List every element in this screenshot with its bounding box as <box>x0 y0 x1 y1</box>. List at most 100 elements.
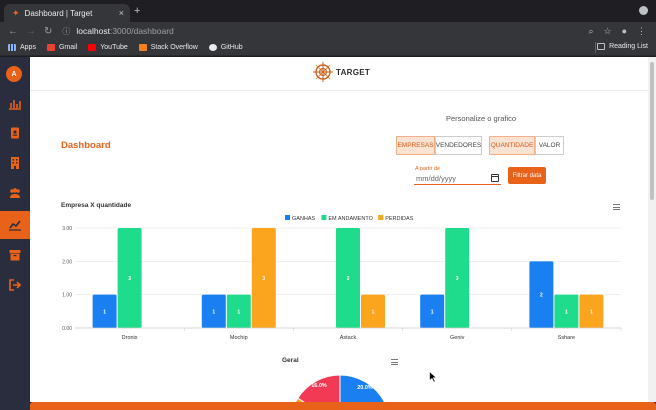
date-placeholder: mm/dd/yyyy <box>416 173 457 183</box>
youtube-icon <box>88 44 97 51</box>
apps-grid-icon <box>8 44 16 51</box>
sidebar-item-badge[interactable] <box>0 119 30 147</box>
bar-value-label: 1 <box>372 309 375 315</box>
sidebar-item-users[interactable] <box>0 179 30 207</box>
new-tab-button[interactable]: + <box>134 5 140 17</box>
account-icon[interactable]: ● <box>622 26 627 36</box>
pie-chart: 16.0% 20.0% <box>295 374 385 402</box>
back-arrow-icon[interactable]: ← <box>8 26 18 37</box>
personalize-label: Personalize o grafico <box>446 114 517 123</box>
bottom-accent-bar <box>30 402 656 410</box>
forward-arrow-icon[interactable]: → <box>26 26 36 37</box>
y-tick-label: 0.00 <box>62 326 72 332</box>
bookmarks-bar: Apps Gmail YouTube Stack Overflow GitHub… <box>0 40 656 56</box>
bar-value-label: 2 <box>540 293 543 299</box>
brand-name: TARGET <box>336 67 371 77</box>
target-favicon-icon: ✦ <box>12 7 20 18</box>
legend-label: GANHAS <box>292 216 316 222</box>
app-sidebar: A <box>0 57 30 410</box>
bookmark-label: Stack Overflow <box>150 44 198 51</box>
valor-button[interactable]: VALOR <box>535 136 564 155</box>
badge-icon <box>11 127 19 139</box>
url-text: localhost:3000/dashboard <box>76 26 173 36</box>
sidebar-item-logout[interactable] <box>0 271 30 299</box>
bookmark-apps[interactable]: Apps <box>8 44 36 51</box>
bookmark-label: Apps <box>20 44 36 51</box>
date-input[interactable]: mm/dd/yyyy <box>414 172 501 185</box>
legend-swatch <box>285 215 290 220</box>
vendedores-button[interactable]: VENDEDORES <box>435 136 482 155</box>
sidebar-item-archive[interactable] <box>0 241 30 269</box>
x-tick-label: Sshare <box>558 335 575 341</box>
browser-tabstrip: ✦ Dashboard | Target × + <box>0 0 656 22</box>
archive-icon <box>9 250 21 261</box>
github-icon <box>208 44 217 51</box>
tab-close-icon[interactable]: × <box>119 8 124 18</box>
x-tick-label: Dronix <box>122 335 138 341</box>
target-logo[interactable]: TARGET <box>312 61 370 83</box>
pie-chart-title: Geral <box>282 357 299 364</box>
bar-chart-title: Empresa X quantidade <box>61 202 132 209</box>
trend-icon <box>9 220 21 231</box>
bar-chart: GANHAS EM ANDAMENTO PERDIDAS 0.00 1.00 2.00 3.… <box>62 215 622 341</box>
calendar-icon[interactable] <box>491 174 499 182</box>
menu-dots-icon[interactable]: ⋮ <box>637 26 646 37</box>
filter-date-button[interactable]: Filtrar data <box>508 167 546 184</box>
legend-label: EM ANDAMENTO <box>328 216 373 222</box>
pie-label: 16.0% <box>311 383 327 389</box>
bar-value-label: 3 <box>456 276 459 282</box>
bar-value-label: 1 <box>237 309 240 315</box>
bookmark-gmail[interactable]: Gmail <box>46 44 78 51</box>
browser-tab[interactable]: ✦ Dashboard | Target × <box>4 4 130 22</box>
bookmark-youtube[interactable]: YouTube <box>88 44 128 51</box>
reload-icon[interactable]: ↻ <box>44 26 52 37</box>
pie-label: 20.0% <box>357 385 373 391</box>
quantidade-button[interactable]: QUANTIDADE <box>489 136 535 155</box>
bookmark-label: Gmail <box>58 44 78 51</box>
y-tick-label: 2.00 <box>62 259 72 265</box>
bookmark-label: YouTube <box>100 44 128 51</box>
main-content: TARGET Personalize o grafico Dashboard E… <box>30 57 648 402</box>
logout-icon <box>9 279 22 291</box>
reading-list-icon <box>597 43 606 50</box>
stackoverflow-icon <box>138 44 147 51</box>
bar-value-label: 3 <box>347 276 350 282</box>
url-host: localhost <box>76 26 110 36</box>
tab-title: Dashboard | Target <box>24 8 93 18</box>
entity-toggle-group: EMPRESAS VENDEDORES <box>396 136 482 155</box>
target-crosshair-icon <box>313 62 333 82</box>
page-title: Dashboard <box>61 140 111 151</box>
building-icon <box>11 157 19 169</box>
legend-swatch <box>321 215 327 220</box>
site-info-icon[interactable]: ⓘ <box>62 26 70 37</box>
reading-list-button[interactable]: Reading List <box>597 43 648 50</box>
legend-label: PERDIDAS <box>385 216 413 222</box>
gmail-icon <box>46 44 55 51</box>
browser-toolbar: ← → ↻ ⓘ localhost:3000/dashboard ⌕ ☆ ● ⋮ <box>0 22 656 40</box>
users-icon <box>10 188 20 198</box>
profile-dot-icon[interactable] <box>639 6 648 15</box>
url-path: :3000/dashboard <box>109 26 174 36</box>
bar-value-label: 1 <box>212 309 215 315</box>
sidebar-item-dashboard[interactable] <box>0 211 30 239</box>
bookmarks-divider <box>595 42 596 53</box>
sidebar-item-reports[interactable] <box>0 89 30 117</box>
x-tick-label: Mochip <box>230 335 248 341</box>
metric-toggle-group: QUANTIDADE VALOR <box>489 136 564 155</box>
bar-value-label: 1 <box>565 309 568 315</box>
bar-value-label: 1 <box>590 309 593 315</box>
empresas-button[interactable]: EMPRESAS <box>396 136 435 155</box>
user-avatar[interactable]: A <box>6 66 22 82</box>
bookmark-github[interactable]: GitHub <box>208 44 243 51</box>
search-icon[interactable]: ⌕ <box>588 26 593 37</box>
app-header: TARGET <box>30 57 648 91</box>
star-icon[interactable]: ☆ <box>603 26 611 37</box>
x-tick-label: Geniv <box>450 335 465 341</box>
bookmark-stackoverflow[interactable]: Stack Overflow <box>138 44 198 51</box>
sidebar-item-companies[interactable] <box>0 149 30 177</box>
bookmark-label: GitHub <box>220 44 243 51</box>
bar-value-label: 3 <box>262 276 265 282</box>
scrollbar-thumb[interactable] <box>650 62 654 200</box>
address-bar[interactable]: ⓘ localhost:3000/dashboard <box>62 26 588 37</box>
bar-value-label: 1 <box>431 309 434 315</box>
